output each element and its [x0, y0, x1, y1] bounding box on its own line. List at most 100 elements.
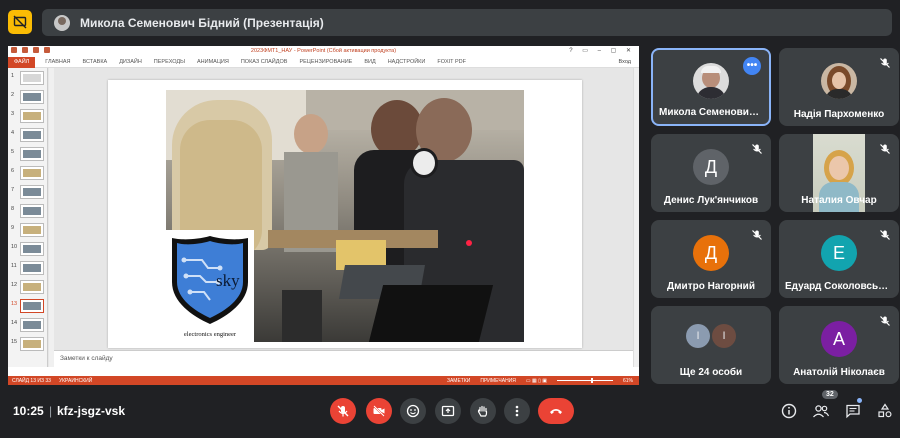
ribbon-tab[interactable]: ВИД — [358, 57, 381, 68]
slide-number: 14 — [11, 320, 18, 326]
participant-name: Микола Семенович… — [659, 107, 765, 118]
slide-number: 11 — [11, 263, 17, 269]
ppt-window-title: 2023ФМТ1_НАУ - PowerPoint (Сбой активаци… — [250, 48, 397, 54]
ppt-statusbar: СЛАЙД 13 ИЗ 33 УКРАИНСКИЙ ЗАМЕТКИ ПРИМЕЧ… — [8, 376, 639, 385]
slide-thumbnail[interactable]: 4 — [8, 125, 47, 144]
notes-toggle[interactable]: ЗАМЕТКИ — [447, 378, 470, 384]
ribbon-tab[interactable]: FOXIT PDF — [431, 57, 472, 68]
slide-thumbnail-image — [20, 261, 44, 275]
view-buttons-icon[interactable]: ▭ ▦ ▯ ▣ — [526, 378, 547, 384]
slide-thumbnail[interactable]: 8 — [8, 201, 47, 220]
mic-off-icon — [880, 144, 890, 154]
slide-thumbnail[interactable]: 9 — [8, 220, 47, 239]
slide-thumbnail-image — [20, 185, 44, 199]
participant-tile[interactable]: Е Едуард Соколовськ… — [779, 220, 899, 298]
slide-thumbnail[interactable]: 15 — [8, 334, 47, 353]
slide-thumbnail[interactable]: 14 — [8, 315, 47, 334]
slide-thumbnail[interactable]: 12 — [8, 277, 47, 296]
slide-number: 4 — [11, 130, 15, 136]
participant-tile[interactable]: Надія Пархоменко — [779, 48, 899, 126]
participant-name: Едуард Соколовськ… — [785, 281, 894, 292]
mic-off-icon — [880, 58, 890, 68]
ribbon-tab[interactable]: ПОКАЗ СЛАЙДОВ — [235, 57, 294, 68]
slide-thumbnail-image — [20, 280, 44, 294]
ppt-titlebar: 2023ФМТ1_НАУ - PowerPoint (Сбой активаци… — [8, 46, 639, 57]
sky-shield-icon: sky — [172, 236, 248, 324]
ribbon-tab[interactable]: АНИМАЦИЯ — [191, 57, 235, 68]
activities-icon — [878, 403, 892, 418]
participant-tile[interactable]: ••• Микола Семенович… — [651, 48, 771, 126]
ribbon-tab[interactable]: ФАЙЛ — [8, 56, 36, 68]
ribbon-tab[interactable]: НАДСТРОЙКИ — [382, 57, 432, 68]
participant-name: Денис Лук'янчиков — [663, 195, 759, 206]
tile-more-button[interactable]: ••• — [743, 57, 761, 75]
slide-thumbnail[interactable]: 6 — [8, 163, 47, 182]
info-icon — [781, 403, 797, 419]
participant-initial-avatar: Д — [693, 149, 729, 185]
slide-thumbnail[interactable]: 5 — [8, 144, 47, 163]
present-button[interactable] — [435, 398, 461, 424]
zoom-slider[interactable] — [556, 378, 613, 383]
slide-scrollbar[interactable] — [633, 68, 639, 367]
slide-number: 5 — [11, 149, 15, 155]
meeting-details-button[interactable] — [779, 401, 799, 421]
ribbon-tab[interactable]: ДИЗАЙН — [113, 57, 148, 68]
mic-off-icon — [880, 316, 890, 326]
more-options-button[interactable] — [504, 398, 530, 424]
slide-thumbnail[interactable]: 10 — [8, 239, 47, 258]
emoji-icon — [406, 404, 420, 418]
chat-notification-dot — [857, 398, 862, 403]
leave-call-button[interactable] — [538, 398, 574, 424]
participant-tile[interactable]: Наталия Овчар — [779, 134, 899, 212]
shared-screen: 2023ФМТ1_НАУ - PowerPoint (Сбой активаци… — [8, 46, 639, 385]
hand-icon — [477, 405, 488, 417]
slide-thumbnail-image — [20, 242, 44, 256]
slide-number: 10 — [11, 244, 18, 250]
slide-thumbnail[interactable]: 11 — [8, 258, 47, 277]
mic-toggle-button[interactable] — [330, 398, 356, 424]
activities-button[interactable] — [875, 401, 895, 421]
slide-thumbnail-image — [20, 337, 44, 351]
participant-tile[interactable]: Д Денис Лук'янчиков — [651, 134, 771, 212]
slide-number: 6 — [11, 168, 15, 174]
participant-name: Анатолій Ніколаєв — [793, 367, 885, 378]
comments-toggle[interactable]: ПРИМЕЧАНИЯ — [480, 378, 516, 384]
slide-thumbnail-image — [20, 166, 44, 180]
slide-thumbnail[interactable]: 13 — [8, 296, 47, 315]
logo-caption: electronics engineer — [183, 331, 237, 338]
ppt-ribbon: ФАЙЛ ГЛАВНАЯ ВСТАВКА ДИЗАЙН ПЕРЕХОДЫ АНИМАЦИЯ… — [8, 56, 639, 68]
reactions-button[interactable] — [400, 398, 426, 424]
chat-icon — [846, 404, 860, 419]
people-button[interactable] — [811, 401, 831, 421]
ribbon-tab[interactable]: ГЛАВНАЯ — [39, 57, 76, 68]
presenter-title: Микола Семенович Бідний (Презентація) — [80, 15, 324, 30]
slide-number: 12 — [11, 282, 18, 288]
participant-name: Дмитро Нагорний — [667, 281, 755, 292]
presentation-icon-button[interactable] — [8, 10, 32, 34]
camera-toggle-button[interactable] — [366, 398, 392, 424]
thumbs-scrollbar[interactable] — [49, 68, 54, 367]
participant-tile[interactable]: А Анатолій Ніколаєв — [779, 306, 899, 384]
slide-notes[interactable]: Заметки к слайду — [54, 350, 633, 367]
slide-thumbnail[interactable]: 3 — [8, 106, 47, 125]
participant-tile[interactable]: Д Дмитро Нагорний — [651, 220, 771, 298]
chat-button[interactable] — [843, 401, 863, 421]
mic-off-icon — [880, 230, 890, 240]
slide-thumbnail[interactable]: 1 — [8, 68, 47, 87]
ribbon-tab[interactable]: ВСТАВКА — [77, 57, 114, 68]
ribbon-tab[interactable]: ПЕРЕХОДЫ — [148, 57, 191, 68]
slide-thumbnail[interactable]: 2 — [8, 87, 47, 106]
sky-logo: sky electronics engineer — [166, 230, 254, 342]
meeting-code: kfz-jsgz-vsk — [57, 404, 126, 418]
raise-hand-button[interactable] — [470, 398, 496, 424]
slide-number: 7 — [11, 187, 15, 193]
slide-thumbnail[interactable]: 7 — [8, 182, 47, 201]
mini-avatar: І — [712, 324, 736, 348]
ppt-login[interactable]: Вход — [619, 57, 631, 68]
slide-thumbnail-image — [20, 299, 44, 313]
ribbon-tab[interactable]: РЕЦЕНЗИРОВАНИЕ — [293, 57, 358, 68]
slide-number: 8 — [11, 206, 15, 212]
slide-thumbnail-image — [20, 128, 44, 142]
participant-initial-avatar: Д — [693, 235, 729, 271]
participant-tile[interactable]: І І Ще 24 особи — [651, 306, 771, 384]
